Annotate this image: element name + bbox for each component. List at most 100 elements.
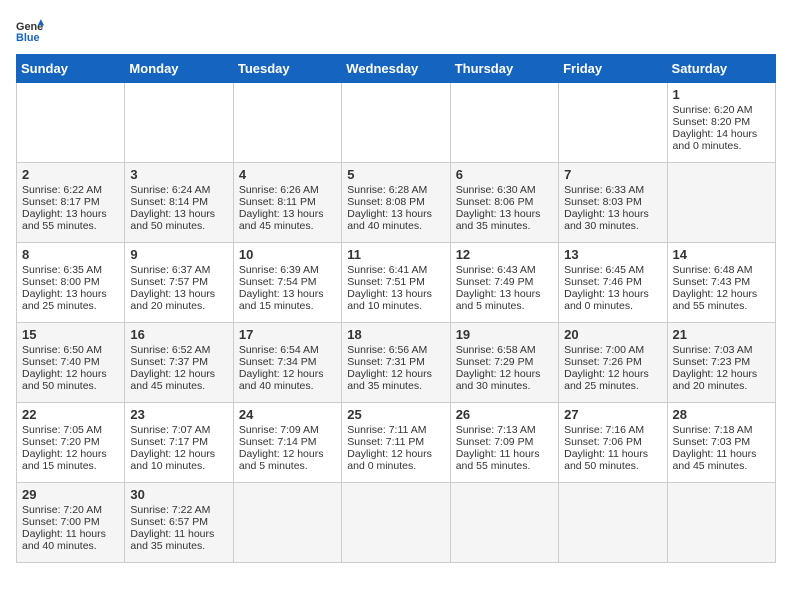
sunset-text: Sunset: 6:57 PM — [130, 516, 208, 528]
calendar-week-6: 29Sunrise: 7:20 AMSunset: 7:00 PMDayligh… — [17, 483, 776, 563]
sunrise-text: Sunrise: 6:43 AM — [456, 264, 536, 276]
day-header-monday: Monday — [125, 55, 233, 83]
sunset-text: Sunset: 8:20 PM — [673, 116, 751, 128]
sunset-text: Sunset: 7:54 PM — [239, 276, 317, 288]
daylight-text: Daylight: 13 hours and 40 minutes. — [347, 208, 432, 232]
sunset-text: Sunset: 7:03 PM — [673, 436, 751, 448]
calendar-cell: 23Sunrise: 7:07 AMSunset: 7:17 PMDayligh… — [125, 403, 233, 483]
calendar-cell — [342, 83, 450, 163]
daylight-text: Daylight: 13 hours and 30 minutes. — [564, 208, 649, 232]
day-number: 8 — [22, 247, 119, 262]
sunset-text: Sunset: 8:06 PM — [456, 196, 534, 208]
sunrise-text: Sunrise: 6:52 AM — [130, 344, 210, 356]
svg-text:Blue: Blue — [16, 32, 40, 44]
sunset-text: Sunset: 7:57 PM — [130, 276, 208, 288]
calendar-week-3: 8Sunrise: 6:35 AMSunset: 8:00 PMDaylight… — [17, 243, 776, 323]
sunrise-text: Sunrise: 6:28 AM — [347, 184, 427, 196]
calendar-week-5: 22Sunrise: 7:05 AMSunset: 7:20 PMDayligh… — [17, 403, 776, 483]
calendar-cell — [559, 483, 667, 563]
sunset-text: Sunset: 7:00 PM — [22, 516, 100, 528]
sunrise-text: Sunrise: 7:09 AM — [239, 424, 319, 436]
day-number: 25 — [347, 407, 444, 422]
day-number: 19 — [456, 327, 553, 342]
sunrise-text: Sunrise: 6:35 AM — [22, 264, 102, 276]
daylight-text: Daylight: 12 hours and 50 minutes. — [22, 368, 107, 392]
calendar-cell: 29Sunrise: 7:20 AMSunset: 7:00 PMDayligh… — [17, 483, 125, 563]
sunset-text: Sunset: 7:37 PM — [130, 356, 208, 368]
calendar-cell — [667, 483, 775, 563]
day-number: 10 — [239, 247, 336, 262]
daylight-text: Daylight: 12 hours and 30 minutes. — [456, 368, 541, 392]
calendar-week-1: 1Sunrise: 6:20 AMSunset: 8:20 PMDaylight… — [17, 83, 776, 163]
day-number: 6 — [456, 167, 553, 182]
sunrise-text: Sunrise: 6:48 AM — [673, 264, 753, 276]
sunrise-text: Sunrise: 6:54 AM — [239, 344, 319, 356]
sunset-text: Sunset: 7:11 PM — [347, 436, 424, 448]
calendar-cell — [233, 483, 341, 563]
daylight-text: Daylight: 11 hours and 45 minutes. — [673, 448, 757, 472]
calendar-cell: 21Sunrise: 7:03 AMSunset: 7:23 PMDayligh… — [667, 323, 775, 403]
day-number: 5 — [347, 167, 444, 182]
sunset-text: Sunset: 7:20 PM — [22, 436, 100, 448]
calendar-cell: 14Sunrise: 6:48 AMSunset: 7:43 PMDayligh… — [667, 243, 775, 323]
sunrise-text: Sunrise: 6:56 AM — [347, 344, 427, 356]
page-header: General Blue — [16, 16, 776, 44]
sunrise-text: Sunrise: 7:22 AM — [130, 504, 210, 516]
calendar-cell: 19 Sunrise: 6:58 AMSunset: 7:29 PMDayligh… — [450, 323, 558, 403]
day-number: 18 — [347, 327, 444, 342]
day-number: 1 — [673, 87, 770, 102]
day-number: 24 — [239, 407, 336, 422]
calendar-cell: 30Sunrise: 7:22 AMSunset: 6:57 PMDayligh… — [125, 483, 233, 563]
day-number: 28 — [673, 407, 770, 422]
sunrise-text: Sunrise: 6:50 AM — [22, 344, 102, 356]
day-number: 26 — [456, 407, 553, 422]
daylight-text: Daylight: 13 hours and 50 minutes. — [130, 208, 215, 232]
daylight-text: Daylight: 12 hours and 10 minutes. — [130, 448, 215, 472]
day-number: 13 — [564, 247, 661, 262]
day-header-tuesday: Tuesday — [233, 55, 341, 83]
calendar-cell — [559, 83, 667, 163]
sunset-text: Sunset: 7:31 PM — [347, 356, 425, 368]
calendar-cell — [450, 483, 558, 563]
day-number: 11 — [347, 247, 444, 262]
sunset-text: Sunset: 7:17 PM — [130, 436, 208, 448]
daylight-text: Daylight: 13 hours and 25 minutes. — [22, 288, 107, 312]
sunrise-text: Sunrise: 7:20 AM — [22, 504, 102, 516]
calendar-cell: 6Sunrise: 6:30 AMSunset: 8:06 PMDaylight… — [450, 163, 558, 243]
sunrise-text: Sunrise: 6:58 AM — [456, 344, 536, 356]
daylight-text: Daylight: 11 hours and 55 minutes. — [456, 448, 540, 472]
calendar-cell: 8 Sunrise: 6:35 AMSunset: 8:00 PMDaylight… — [17, 243, 125, 323]
sunrise-text: Sunrise: 6:33 AM — [564, 184, 644, 196]
calendar-cell: 9Sunrise: 6:37 AMSunset: 7:57 PMDaylight… — [125, 243, 233, 323]
sunset-text: Sunset: 7:09 PM — [456, 436, 534, 448]
daylight-text: Daylight: 13 hours and 0 minutes. — [564, 288, 649, 312]
calendar-cell: 3Sunrise: 6:24 AMSunset: 8:14 PMDaylight… — [125, 163, 233, 243]
calendar-cell: 24Sunrise: 7:09 AMSunset: 7:14 PMDayligh… — [233, 403, 341, 483]
calendar-cell — [233, 83, 341, 163]
sunrise-text: Sunrise: 6:24 AM — [130, 184, 210, 196]
day-number: 30 — [130, 487, 227, 502]
sunrise-text: Sunrise: 7:07 AM — [130, 424, 210, 436]
calendar-cell: 22Sunrise: 7:05 AMSunset: 7:20 PMDayligh… — [17, 403, 125, 483]
sunrise-text: Sunrise: 6:39 AM — [239, 264, 319, 276]
sunrise-text: Sunrise: 7:00 AM — [564, 344, 644, 356]
sunset-text: Sunset: 8:00 PM — [22, 276, 100, 288]
sunset-text: Sunset: 7:29 PM — [456, 356, 534, 368]
daylight-text: Daylight: 12 hours and 15 minutes. — [22, 448, 107, 472]
sunrise-text: Sunrise: 7:16 AM — [564, 424, 644, 436]
sunrise-text: Sunrise: 6:41 AM — [347, 264, 427, 276]
calendar-cell: 18Sunrise: 6:56 AMSunset: 7:31 PMDayligh… — [342, 323, 450, 403]
sunset-text: Sunset: 8:08 PM — [347, 196, 425, 208]
sunset-text: Sunset: 7:51 PM — [347, 276, 425, 288]
sunrise-text: Sunrise: 6:37 AM — [130, 264, 210, 276]
sunrise-text: Sunrise: 7:11 AM — [347, 424, 426, 436]
daylight-text: Daylight: 13 hours and 20 minutes. — [130, 288, 215, 312]
sunrise-text: Sunrise: 7:03 AM — [673, 344, 753, 356]
day-number: 12 — [456, 247, 553, 262]
sunrise-text: Sunrise: 6:45 AM — [564, 264, 644, 276]
logo: General Blue — [16, 16, 44, 44]
sunset-text: Sunset: 8:14 PM — [130, 196, 208, 208]
daylight-text: Daylight: 13 hours and 10 minutes. — [347, 288, 432, 312]
daylight-text: Daylight: 14 hours and 0 minutes. — [673, 128, 758, 152]
sunset-text: Sunset: 8:11 PM — [239, 196, 316, 208]
